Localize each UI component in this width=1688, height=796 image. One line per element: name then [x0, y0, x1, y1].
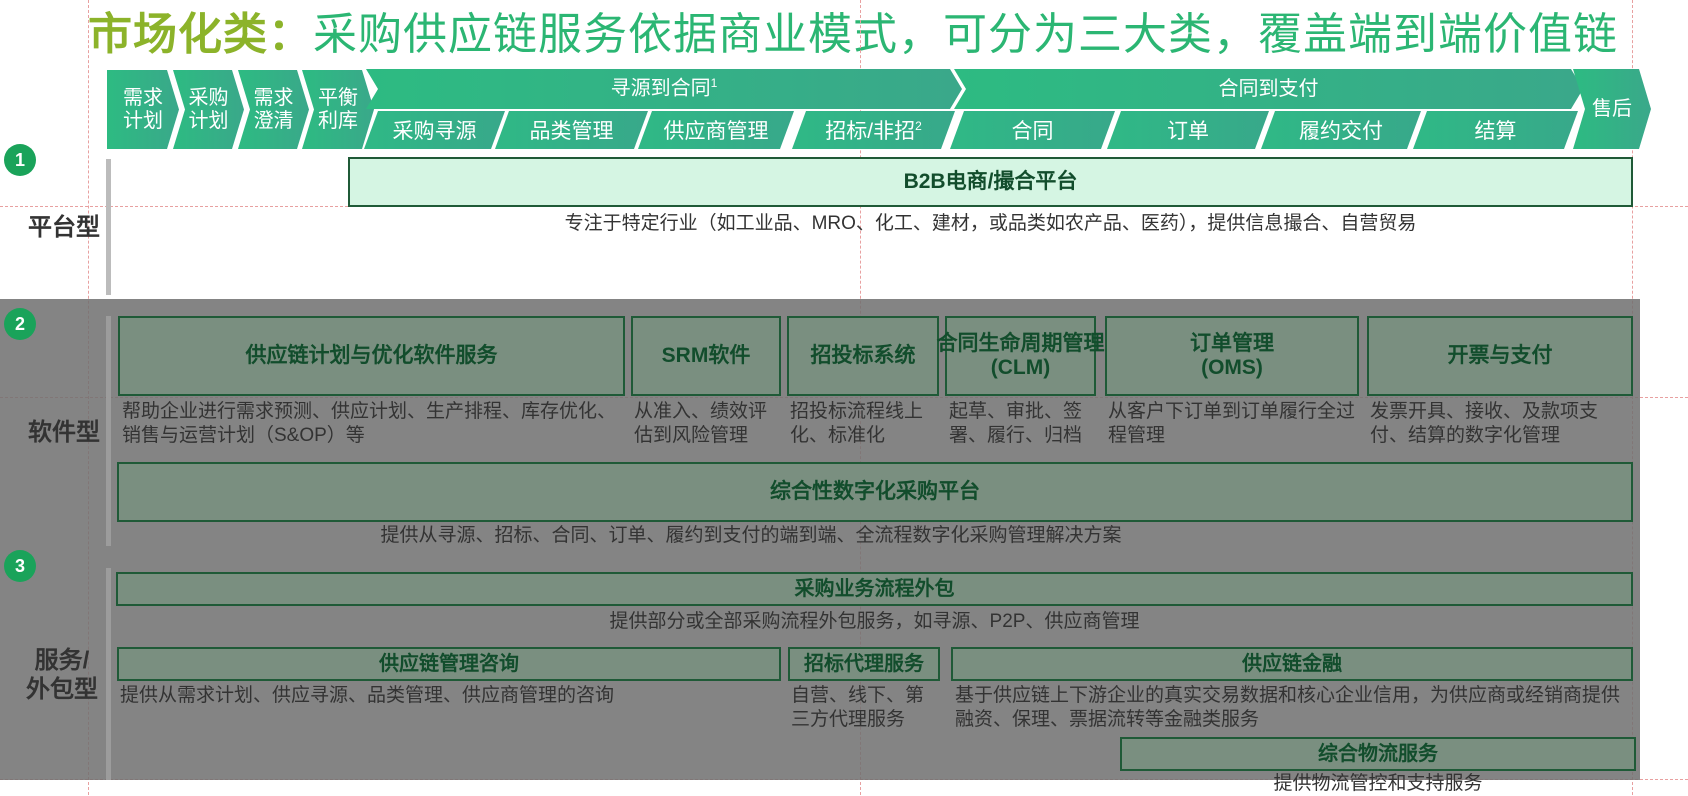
process-group-sourcing-to-contract: 寻源到合同1	[366, 69, 962, 109]
logistics-service-desc: 提供物流管控和支持服务	[1273, 773, 1483, 794]
sub-step: 招标/非招2	[792, 111, 955, 149]
logistics-service-box: 综合物流服务	[1120, 737, 1636, 771]
process-step-label: 需求 计划	[123, 86, 163, 132]
sc-consulting-box: 供应链管理咨询	[117, 647, 781, 681]
digital-procurement-platform-desc: 提供从寻源、招标、合同、订单、履约到支付的端到端、全流程数字化采购管理解决方案	[380, 525, 1122, 546]
section-number-badge: 2	[4, 308, 36, 340]
section-number-badge: 3	[4, 550, 36, 582]
sub-step: 履约交付	[1261, 111, 1421, 149]
row-label-software: 软件型	[28, 419, 100, 446]
oms-box: 订单管理 (OMS)	[1105, 316, 1359, 396]
title-main: 采购供应链服务依据商业模式，可分为三大类，覆盖端到端价值链	[313, 10, 1618, 59]
process-step-label: 需求 澄清	[253, 86, 294, 132]
section-number-badge: 1	[4, 144, 36, 176]
sub-step: 供应商管理	[638, 111, 794, 149]
row-label-platform: 平台型	[28, 214, 100, 241]
digital-procurement-platform-box: 综合性数字化采购平台	[117, 462, 1633, 522]
clm-desc: 起草、审批、签署、履行、归档	[949, 401, 1083, 446]
group-label: 合同到支付	[1218, 77, 1319, 100]
title-prefix: 市场化类：	[88, 10, 313, 59]
sc-planning-desc: 帮助企业进行需求预测、供应计划、生产排程、库存优化、销售与运营计划（S&OP）等	[122, 401, 617, 446]
srm-desc: 从准入、绩效评估到风险管理	[634, 401, 768, 446]
page-title: 市场化类：采购供应链服务依据商业模式，可分为三大类，覆盖端到端价值链	[88, 0, 1618, 62]
invoice-payment-desc: 发票开具、接收、及款项支付、结算的数字化管理	[1370, 401, 1599, 446]
section-divider-bar	[106, 159, 111, 295]
bidding-system-box: 招投标系统	[787, 316, 939, 396]
process-step-label: 平衡 利库	[318, 86, 358, 132]
sub-step: 品类管理	[495, 111, 648, 149]
process-step-label: 售后	[1592, 97, 1632, 120]
sub-step: 合同	[950, 111, 1115, 149]
group-label: 寻源到合同1	[610, 76, 718, 100]
sc-consulting-desc: 提供从需求计划、供应寻源、品类管理、供应商管理的咨询	[120, 685, 615, 706]
bidding-agency-desc: 自营、线下、第三方代理服务	[791, 685, 925, 730]
sub-step: 采购寻源	[364, 111, 505, 149]
process-step-demand-clarify: 需求 澄清	[238, 70, 309, 149]
b2b-platform-box: B2B电商/撮合平台	[348, 157, 1633, 207]
process-step-label: 采购 计划	[188, 86, 229, 132]
sc-finance-box: 供应链金融	[951, 647, 1633, 681]
process-step-balance-stock: 平衡 利库	[302, 70, 374, 149]
process-step-demand-plan: 需求 计划	[107, 70, 179, 149]
procurement-outsourcing-box: 采购业务流程外包	[116, 572, 1633, 606]
section-divider-bar	[106, 568, 111, 780]
section-divider-bar	[106, 316, 111, 546]
invoice-payment-box: 开票与支付	[1367, 316, 1633, 396]
procurement-outsourcing-desc: 提供部分或全部采购流程外包服务，如寻源、P2P、供应商管理	[609, 611, 1140, 632]
bidding-desc: 招投标流程线上化、标准化	[790, 401, 924, 446]
row-label-service: 服务/ 外包型	[26, 647, 98, 703]
b2b-platform-desc: 专注于特定行业（如工业品、MRO、化工、建材，或品类如农产品、医药），提供信息撮…	[564, 213, 1417, 234]
clm-box: 合同生命周期管理 (CLM)	[937, 316, 1105, 396]
sc-finance-desc: 基于供应链上下游企业的真实交易数据和核心企业信用，为供应商或经销商提供融资、保理…	[955, 685, 1621, 730]
sc-planning-software-box: 供应链计划与优化软件服务	[118, 316, 625, 396]
oms-desc: 从客户下订单到订单履行全过程管理	[1108, 401, 1356, 446]
sub-step: 结算	[1413, 111, 1578, 149]
sub-step: 订单	[1107, 111, 1269, 149]
bidding-agency-box: 招标代理服务	[788, 647, 940, 681]
process-step-purchase-plan: 采购 计划	[173, 70, 244, 149]
process-group-contract-to-pay: 合同到支付	[954, 69, 1583, 109]
process-step-after-sales: 售后	[1573, 69, 1651, 149]
srm-software-box: SRM软件	[631, 316, 781, 396]
